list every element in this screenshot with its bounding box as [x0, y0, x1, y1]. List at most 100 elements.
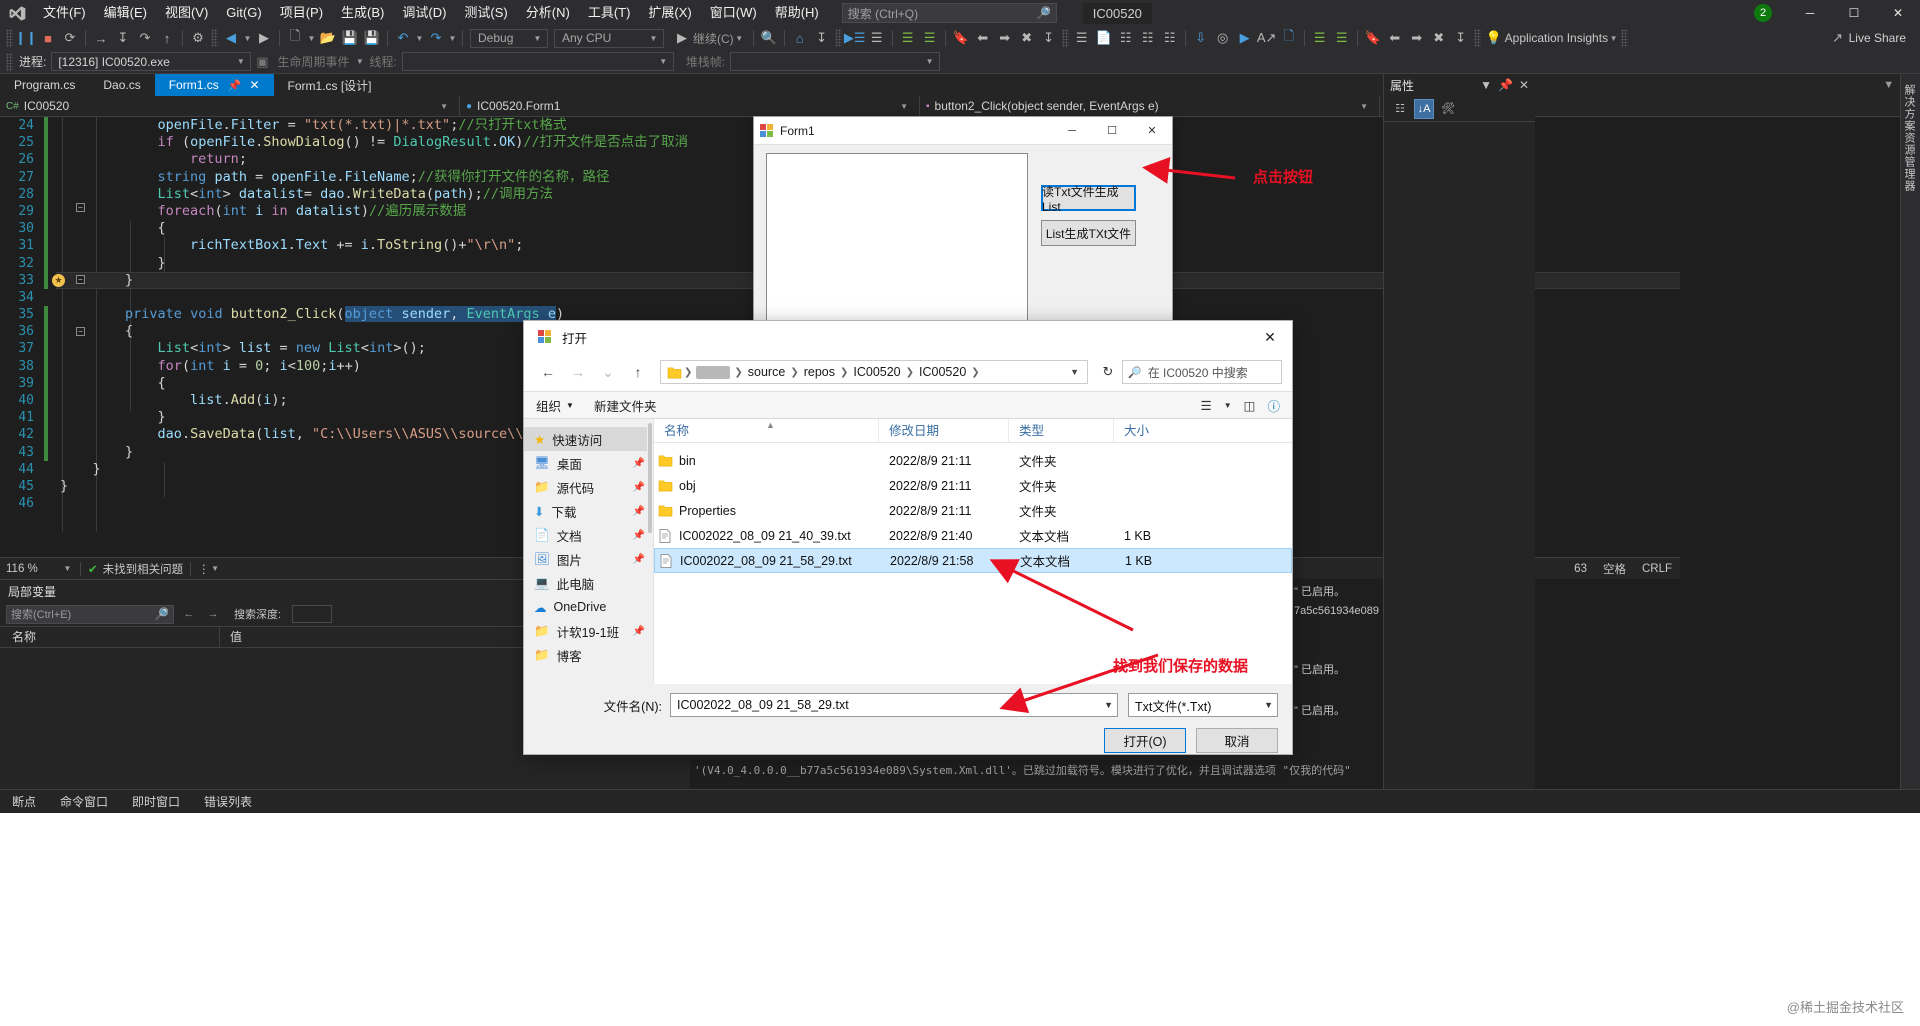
live-share-button[interactable]: ↗ Live Share	[1827, 27, 1906, 49]
solution-explorer-collapsed-tab[interactable]: 解决方案资源管理器	[1900, 74, 1920, 789]
sidebar-item-documents[interactable]: 📄 文档 📌	[524, 523, 653, 547]
table-row-selected[interactable]: IC002022_08_09 21_58_29.txt 2022/8/9 21:…	[654, 548, 1292, 573]
pin-icon[interactable]: 📌	[1498, 78, 1513, 92]
list-to-txt-button[interactable]: List生成TXt文件	[1041, 220, 1136, 246]
toolbar-grip[interactable]	[211, 29, 218, 47]
prev-bookmark-icon[interactable]: ⬅	[972, 27, 994, 49]
chevron-down-icon[interactable]: ▼	[1104, 700, 1113, 710]
dialog-search-input[interactable]: 🔍 在 IC00520 中搜索	[1122, 360, 1282, 384]
task-list-icon[interactable]: ☰	[1071, 27, 1093, 49]
open-button[interactable]: 打开(O)	[1104, 728, 1186, 753]
dialog-close-button[interactable]: ✕	[1248, 321, 1292, 353]
menu-item-git[interactable]: Git(G)	[217, 0, 270, 26]
address-breadcrumb-bar[interactable]: ❯ ❯ source ❯ repos ❯ IC00520 ❯ IC00520 ❯…	[660, 360, 1088, 384]
sidebar-item-quick-access[interactable]: ★ 快速访问	[524, 427, 653, 451]
issue-nav-icon[interactable]: ⋮	[198, 562, 210, 576]
menu-item-test[interactable]: 测试(S)	[455, 0, 516, 26]
bottom-tab-immediate-window[interactable]: 即时窗口	[120, 790, 192, 814]
recent-locations-button[interactable]: ⌄	[594, 359, 622, 385]
column-date[interactable]: 修改日期	[879, 418, 1009, 443]
class-view-icon[interactable]: ☷	[1115, 27, 1137, 49]
stop-icon[interactable]: ■	[37, 27, 59, 49]
menu-item-analyze[interactable]: 分析(N)	[517, 0, 579, 26]
format-icon[interactable]: ☰	[1331, 27, 1353, 49]
solution-platform-dropdown[interactable]: Any CPU ▼	[554, 28, 664, 48]
lifecycle-events-icon[interactable]: ▣	[251, 51, 273, 73]
search-input[interactable]: 搜索 (Ctrl+Q) 🔍	[841, 3, 1057, 23]
continue-button[interactable]: ▶ 继续(C) ▼	[667, 27, 749, 49]
notification-badge[interactable]: 2	[1754, 4, 1772, 22]
inspect-icon[interactable]: 🔍	[758, 27, 780, 49]
locals-col-value[interactable]: 值	[220, 626, 480, 648]
menu-item-tools[interactable]: 工具(T)	[579, 0, 640, 26]
properties-icon[interactable]: 🛠	[1438, 99, 1458, 119]
navigate-forward-icon[interactable]: ▶	[253, 27, 275, 49]
undo-icon[interactable]: ↶	[392, 27, 414, 49]
chevron-down-icon[interactable]: ▼	[354, 57, 365, 66]
toolbar-grip[interactable]	[6, 52, 13, 71]
toolbar-grip[interactable]	[1061, 29, 1069, 47]
chevron-down-icon[interactable]: ▼	[242, 34, 253, 43]
refresh-button[interactable]: ↻	[1096, 360, 1120, 384]
open-file-dialog[interactable]: 打开 ✕ ← → ⌄ ↑ ❯ ❯ source ❯ repos ❯ IC0052…	[523, 320, 1293, 755]
search-depth-input[interactable]	[292, 605, 333, 623]
sidebar-item-downloads[interactable]: ⬇ 下载 📌	[524, 499, 653, 523]
chevron-down-icon[interactable]: ▼	[62, 564, 73, 573]
step-over-icon[interactable]: ↧	[112, 27, 134, 49]
live-visual-tree-icon[interactable]: ⌂	[789, 27, 811, 49]
menu-item-build[interactable]: 生成(B)	[332, 0, 393, 26]
menu-item-debug[interactable]: 调试(D)	[393, 0, 455, 26]
overflow-icon[interactable]: ↧	[1450, 27, 1472, 49]
tab-form1-cs[interactable]: Form1.cs 📌 ✕	[154, 74, 274, 96]
menu-item-edit[interactable]: 编辑(E)	[95, 0, 156, 26]
save-all-icon[interactable]: 💾	[361, 27, 383, 49]
member-dropdown[interactable]: ▪ button2_Click(object sender, EventArgs…	[920, 95, 1380, 117]
column-size[interactable]: 大小	[1114, 419, 1214, 443]
redo-icon[interactable]: ↷	[425, 27, 447, 49]
pin-icon[interactable]: 📌	[633, 554, 645, 565]
navigate-to-icon[interactable]: ⇩	[1190, 27, 1212, 49]
menu-item-help[interactable]: 帮助(H)	[766, 0, 828, 26]
dialog-file-list[interactable]: 名称 修改日期 类型 大小 ▲ bin 2022/8/9 21:11 文件夹 o…	[654, 418, 1292, 684]
align-left-icon[interactable]: ☰	[1309, 27, 1331, 49]
sidebar-item-desktop[interactable]: 🖥 桌面 📌	[524, 451, 653, 475]
thread-dropdown[interactable]: ▼	[401, 52, 674, 71]
chevron-down-icon[interactable]: ▼	[210, 564, 221, 573]
pin-icon[interactable]: 📌	[633, 458, 645, 469]
application-insights-button[interactable]: 💡 Application Insights ▼	[1483, 27, 1619, 49]
pin-icon[interactable]: 📌	[633, 506, 645, 517]
menu-item-window[interactable]: 窗口(W)	[701, 0, 766, 26]
chevron-down-icon[interactable]: ▼	[447, 34, 458, 43]
save-icon[interactable]: 💾	[339, 27, 361, 49]
minimize-button[interactable]: ─	[1788, 0, 1832, 26]
table-row[interactable]: Properties 2022/8/9 21:11 文件夹	[654, 498, 1292, 523]
menu-item-file[interactable]: 文件(F)	[34, 0, 95, 26]
tab-program-cs[interactable]: Program.cs	[0, 74, 89, 96]
new-project-icon[interactable]: 🗋	[284, 27, 306, 49]
sidebar-item-class-folder[interactable]: 📁 计软19-1班 📌	[524, 619, 653, 643]
navigate-back-icon[interactable]: ◀	[220, 27, 242, 49]
properties-window-icon[interactable]: 🗋	[1278, 27, 1300, 49]
font-size-icon[interactable]: A↗	[1256, 27, 1278, 49]
process-dropdown[interactable]: [12316] IC00520.exe ▼	[51, 52, 252, 71]
menu-item-project[interactable]: 项目(P)	[271, 0, 332, 26]
increase-indent-icon[interactable]: ☰	[897, 27, 919, 49]
pin-icon[interactable]: 📌	[633, 626, 645, 637]
breadcrumb-ic00520-inner[interactable]: IC00520	[915, 365, 970, 379]
document-outline-icon[interactable]: 📄	[1093, 27, 1115, 49]
immediate-window-strip[interactable]: " 已启用。 7a5c561934e089 " 已启用。 " 已启用。	[1290, 579, 1383, 789]
search-next-icon[interactable]: →	[204, 605, 222, 624]
sidebar-item-this-pc[interactable]: 💻 此电脑	[524, 571, 653, 595]
collapse-icon[interactable]: ↧	[811, 27, 833, 49]
locals-search-input[interactable]: 搜索(Ctrl+E) 🔍	[6, 604, 174, 624]
chevron-down-icon[interactable]: ▼	[306, 34, 317, 43]
file-type-filter-dropdown[interactable]: Txt文件(*.Txt) ▼	[1128, 693, 1278, 717]
help-icon[interactable]: ⓘ	[1267, 396, 1280, 415]
pause-icon[interactable]: ❙❙	[15, 27, 37, 49]
alphabetical-icon[interactable]: ↓A	[1414, 98, 1434, 119]
toolbar-grip[interactable]	[6, 29, 13, 47]
step-up-icon[interactable]: ↑	[156, 27, 178, 49]
close-icon[interactable]: ✕	[1519, 78, 1529, 92]
sidebar-item-pictures[interactable]: 🖼 图片 📌	[524, 547, 653, 571]
bottom-tab-command-window[interactable]: 命令窗口	[48, 790, 120, 814]
